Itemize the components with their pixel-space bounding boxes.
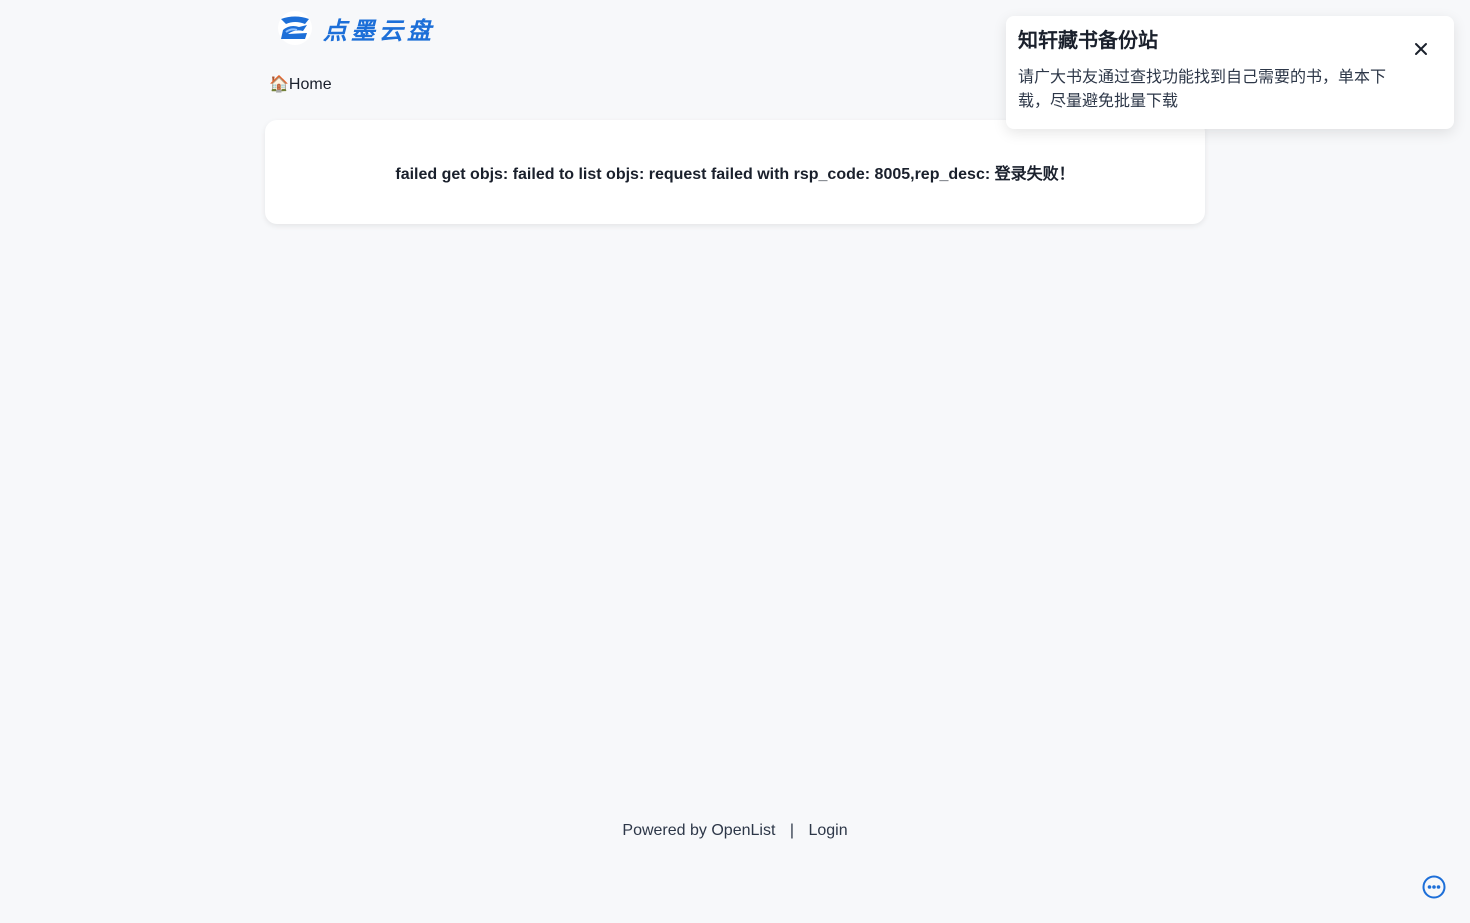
footer-powered-by: Powered by	[622, 822, 707, 839]
logo-icon	[278, 11, 312, 45]
breadcrumb-home-link[interactable]: Home	[289, 76, 332, 94]
notice-toast: 知轩藏书备份站 请广大书友通过查找功能找到自己需要的书，单本下载，尽量避免批量下…	[1006, 16, 1454, 129]
openlist-link[interactable]: OpenList	[711, 822, 775, 839]
close-icon[interactable]	[1412, 40, 1430, 58]
notice-body: 请广大书友通过查找功能找到自己需要的书，单本下载，尽量避免批量下载	[1018, 69, 1387, 110]
more-icon[interactable]	[1422, 875, 1446, 899]
logo-text: 点墨云盘	[323, 15, 435, 45]
home-icon: 🏠	[269, 76, 289, 93]
page: 点墨云盘 🏠 Home failed get objs: failed to l…	[0, 0, 1470, 923]
footer: Powered by OpenList | Login	[0, 822, 1470, 840]
footer-separator: |	[789, 822, 794, 839]
login-link[interactable]: Login	[808, 822, 847, 839]
error-card: failed get objs: failed to list objs: re…	[265, 120, 1205, 224]
notice-title: 知轩藏书备份站	[1018, 30, 1158, 52]
breadcrumb[interactable]: 🏠 Home	[269, 76, 332, 94]
error-message: failed get objs: failed to list objs: re…	[395, 166, 1075, 183]
site-logo[interactable]: 点墨云盘	[277, 10, 435, 46]
